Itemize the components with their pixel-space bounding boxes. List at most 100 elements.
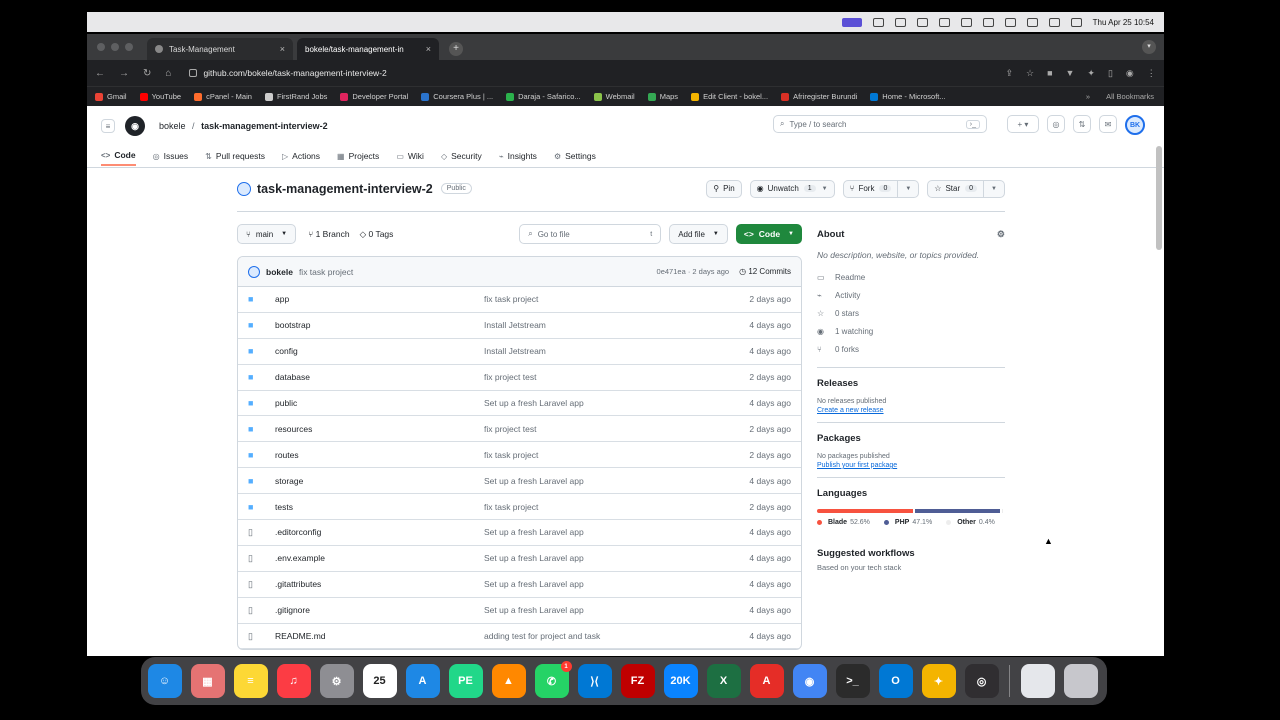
commit-message[interactable]: fix task project <box>484 294 724 304</box>
tab-wiki[interactable]: ▭ Wiki <box>396 146 424 166</box>
profile-icon[interactable]: ◉ <box>1126 68 1134 79</box>
dk-icon[interactable] <box>1004 17 1016 27</box>
new-tab-icon[interactable]: + <box>449 42 463 56</box>
extensions-icon[interactable]: ✦ <box>1087 68 1095 79</box>
bookmark-gmail[interactable]: Gmail <box>95 92 127 101</box>
spotlight-icon[interactable] <box>1048 17 1060 27</box>
site-info-icon[interactable] <box>189 69 198 77</box>
dock-obs-icon[interactable]: ◎ <box>964 664 999 698</box>
bookmark-cpanel[interactable]: cPanel - Main <box>194 92 252 101</box>
about-stat--stars[interactable]: ☆ 0 stars <box>817 304 1005 322</box>
bookmark-afriregister[interactable]: Afriregister Burundi <box>781 92 857 101</box>
packages-title[interactable]: Packages <box>817 433 1005 444</box>
commit-message[interactable]: Set up a fresh Laravel app <box>484 398 724 408</box>
file-name[interactable]: app <box>275 294 484 304</box>
commit-message[interactable]: fix task project <box>484 450 724 460</box>
file-name[interactable]: resources <box>275 424 484 434</box>
commit-message[interactable]: Set up a fresh Laravel app <box>484 527 724 537</box>
about-stat--forks[interactable]: ⑂ 0 forks <box>817 341 1005 359</box>
printer-icon[interactable] <box>894 17 906 27</box>
install-app-icon[interactable]: ⇪ <box>1005 68 1013 79</box>
chrome-menu-icon[interactable]: ⋮ <box>1147 68 1156 79</box>
search-input[interactable]: ⌕ Type / to search ›_ <box>773 115 987 133</box>
bookmark-firstrand[interactable]: FirstRand Jobs <box>264 92 327 101</box>
screen-record-icon[interactable] <box>841 17 862 27</box>
control-center-icon[interactable] <box>1070 17 1082 27</box>
hamburger-menu-icon[interactable]: ≡ <box>101 119 115 133</box>
table-row[interactable]: ■ database fix project test 2 days ago <box>238 365 801 391</box>
go-to-file-input[interactable]: ⌕ Go to file t <box>519 224 662 244</box>
bookmark-webmail[interactable]: Webmail <box>593 92 635 101</box>
table-row[interactable]: ■ resources fix project test 2 days ago <box>238 416 801 443</box>
gear-icon[interactable]: ⚙ <box>997 229 1005 240</box>
dock-outlook-icon[interactable]: O <box>878 664 913 698</box>
tab-close-icon[interactable]: × <box>280 44 285 54</box>
dock-app-store-icon[interactable]: A <box>405 664 440 698</box>
publish-package-link[interactable]: Publish your first package <box>817 462 1005 469</box>
create-release-link[interactable]: Create a new release <box>817 407 1005 414</box>
breadcrumb-owner[interactable]: bokele <box>159 121 186 131</box>
branches-link[interactable]: ⑂ 1 Branch <box>308 229 350 239</box>
table-row[interactable]: ■ public Set up a fresh Laravel app 4 days … <box>238 391 801 417</box>
issues-icon[interactable]: ◎ <box>1047 115 1065 133</box>
pin-button[interactable]: ⚲ Pin <box>706 179 742 198</box>
dock-system-settings-icon[interactable]: ⚙ <box>319 664 354 698</box>
tab-pull-requests[interactable]: ⇅ Pull requests <box>205 146 265 166</box>
bookmark-coursera[interactable]: Coursera Plus | ... <box>421 92 493 101</box>
bookmark-edit-client[interactable]: Edit Client - bokel... <box>691 92 768 101</box>
dock-launchpad-icon[interactable]: ▦ <box>190 664 225 698</box>
heading-icon[interactable] <box>938 17 950 27</box>
commit-message[interactable]: Set up a fresh Laravel app <box>484 476 724 486</box>
filezilla-menu-icon[interactable] <box>916 17 928 27</box>
add-file-button[interactable]: Add file ▼ <box>669 224 728 244</box>
file-name[interactable]: tests <box>275 502 484 512</box>
repo-title[interactable]: task-management-interview-2 <box>257 182 433 196</box>
tab-task-management[interactable]: Task-Management × <box>147 38 293 60</box>
dock-terminal-icon[interactable]: >_ <box>835 664 870 698</box>
downloads-stack-icon[interactable] <box>1020 664 1055 698</box>
tab-github-repo[interactable]: bokele/task-management-in × <box>297 38 439 60</box>
dock-filezilla-icon[interactable]: FZ <box>620 664 655 698</box>
dock-tableplus-icon[interactable]: ✦ <box>921 664 956 698</box>
database-icon[interactable] <box>872 17 884 27</box>
battery-icon[interactable] <box>982 17 994 27</box>
trash-icon[interactable] <box>1063 664 1098 698</box>
wifi-icon[interactable] <box>1026 17 1038 27</box>
dock-vlc-icon[interactable]: ▲ <box>491 664 526 698</box>
create-new-icon[interactable]: + ▾ <box>1007 115 1039 133</box>
bookmark-daraja[interactable]: Daraja - Safarico... <box>506 92 581 101</box>
extension-blue-icon[interactable]: ■ <box>1047 68 1052 79</box>
file-name[interactable]: README.md <box>275 631 484 641</box>
language-item[interactable]: Blade 52.6% <box>817 519 870 526</box>
table-row[interactable]: ■ bootstrap Install Jetstream 4 days ago <box>238 313 801 339</box>
commit-author[interactable]: bokele <box>266 267 293 277</box>
file-name[interactable]: .editorconfig <box>275 527 484 537</box>
dock-screen-sharing-icon[interactable]: 20K <box>663 664 698 698</box>
dock-calendar-icon[interactable]: 25 <box>362 664 397 698</box>
table-row[interactable]: ■ routes fix task project 2 days ago <box>238 442 801 469</box>
inbox-icon[interactable]: ✉ <box>1099 115 1117 133</box>
address-bar[interactable]: github.com/bokele/task-management-interv… <box>185 64 1005 82</box>
commit-message[interactable]: adding test for project and task <box>484 631 724 641</box>
file-name[interactable]: config <box>275 346 484 356</box>
file-name[interactable]: storage <box>275 476 484 486</box>
dock-vscode-icon[interactable]: ⟩⟨ <box>577 664 612 698</box>
breadcrumb-repo[interactable]: task-management-interview-2 <box>201 121 328 131</box>
menubar-clock[interactable]: Thu Apr 25 10:54 <box>1093 18 1154 27</box>
commit-author-avatar[interactable] <box>248 265 260 278</box>
star-dropdown[interactable]: ▼ <box>984 179 1005 198</box>
commit-message[interactable]: fix task project <box>484 502 724 512</box>
side-panel-icon[interactable]: ▯ <box>1108 68 1113 79</box>
tab-settings[interactable]: ⚙ Settings <box>554 146 596 166</box>
fork-button[interactable]: ⑂ Fork 0 <box>842 179 899 198</box>
about-stat-activity[interactable]: ⌁ Activity <box>817 286 1005 304</box>
bookmark-maps[interactable]: Maps <box>647 92 678 101</box>
dock-chrome-icon[interactable]: ◉ <box>792 664 827 698</box>
file-name[interactable]: .gitattributes <box>275 579 484 589</box>
commit-message[interactable]: Set up a fresh Laravel app <box>484 579 724 589</box>
minimize-window-icon[interactable] <box>111 43 119 51</box>
commit-message[interactable]: Install Jetstream <box>484 320 724 330</box>
tab-projects[interactable]: ▦ Projects <box>337 146 379 166</box>
bookmark-microsoft[interactable]: Home - Microsoft... <box>870 92 946 101</box>
commit-message[interactable]: Install Jetstream <box>484 346 724 356</box>
